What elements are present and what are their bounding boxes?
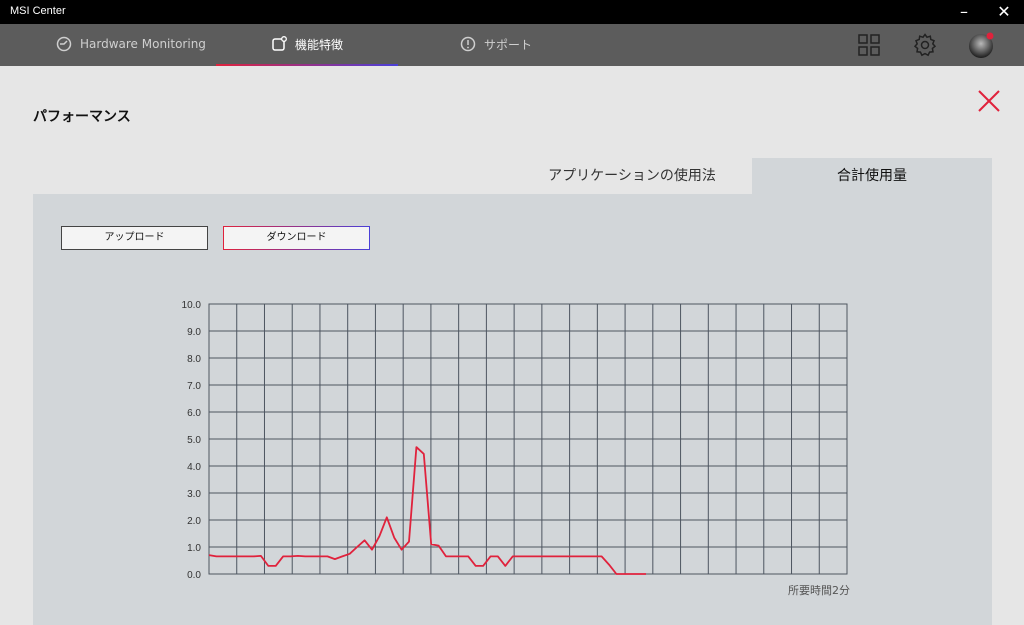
top-nav: Hardware Monitoring 機能特徴 サポート (0, 24, 1024, 66)
gauge-icon (56, 36, 72, 52)
x-axis-label: 所要時間2分 (788, 584, 850, 597)
page-title: パフォーマンス (33, 109, 131, 125)
tab-hardware-monitoring[interactable]: Hardware Monitoring (56, 24, 206, 64)
y-tick-label: 1.0 (187, 543, 201, 554)
y-tick-label: 0.0 (187, 570, 201, 581)
y-tick-label: 8.0 (187, 354, 201, 365)
chart-area: アップロード ダウンロード 0.0 1.0 2.0 3.0 4.0 5.0 6.0 7.0 8.… (33, 194, 992, 625)
tab-features[interactable]: 機能特徴 (215, 24, 399, 66)
y-tick-label: 3.0 (187, 489, 201, 500)
y-tick-label: 9.0 (187, 327, 201, 338)
y-tick-label: 6.0 (187, 408, 201, 419)
close-icon[interactable] (976, 88, 1002, 114)
grid-icon[interactable] (856, 32, 882, 58)
y-tick-label: 7.0 (187, 381, 201, 392)
tab-label: サポート (484, 37, 533, 52)
y-tick-label: 4.0 (187, 462, 201, 473)
info-icon (460, 36, 476, 52)
tab-label: 機能特徴 (295, 37, 344, 52)
usage-chart: 0.0 1.0 2.0 3.0 4.0 5.0 6.0 7.0 8.0 9.0 10.0 所要時間2分 (182, 300, 850, 597)
y-tick-label: 2.0 (187, 516, 201, 527)
close-window-button[interactable]: ✕ (990, 2, 1018, 22)
tab-total-usage[interactable]: 合計使用量 (752, 158, 992, 194)
performance-panel: パフォーマンス アプリケーションの使用法 合計使用量 アップロード ダウンロード… (0, 66, 1024, 625)
gear-icon[interactable] (912, 32, 938, 58)
tab-support[interactable]: サポート (460, 24, 532, 64)
tab-app-usage[interactable]: アプリケーションの使用法 (512, 158, 752, 194)
feature-icon (272, 36, 287, 51)
avatar[interactable] (968, 31, 996, 59)
tab-label: Hardware Monitoring (80, 37, 206, 51)
y-tick-label: 10.0 (182, 300, 202, 311)
window-title: MSI Center (10, 5, 66, 17)
minimize-button[interactable]: – (950, 2, 978, 22)
y-tick-label: 5.0 (187, 435, 201, 446)
title-bar: MSI Center – ✕ (0, 0, 1024, 24)
